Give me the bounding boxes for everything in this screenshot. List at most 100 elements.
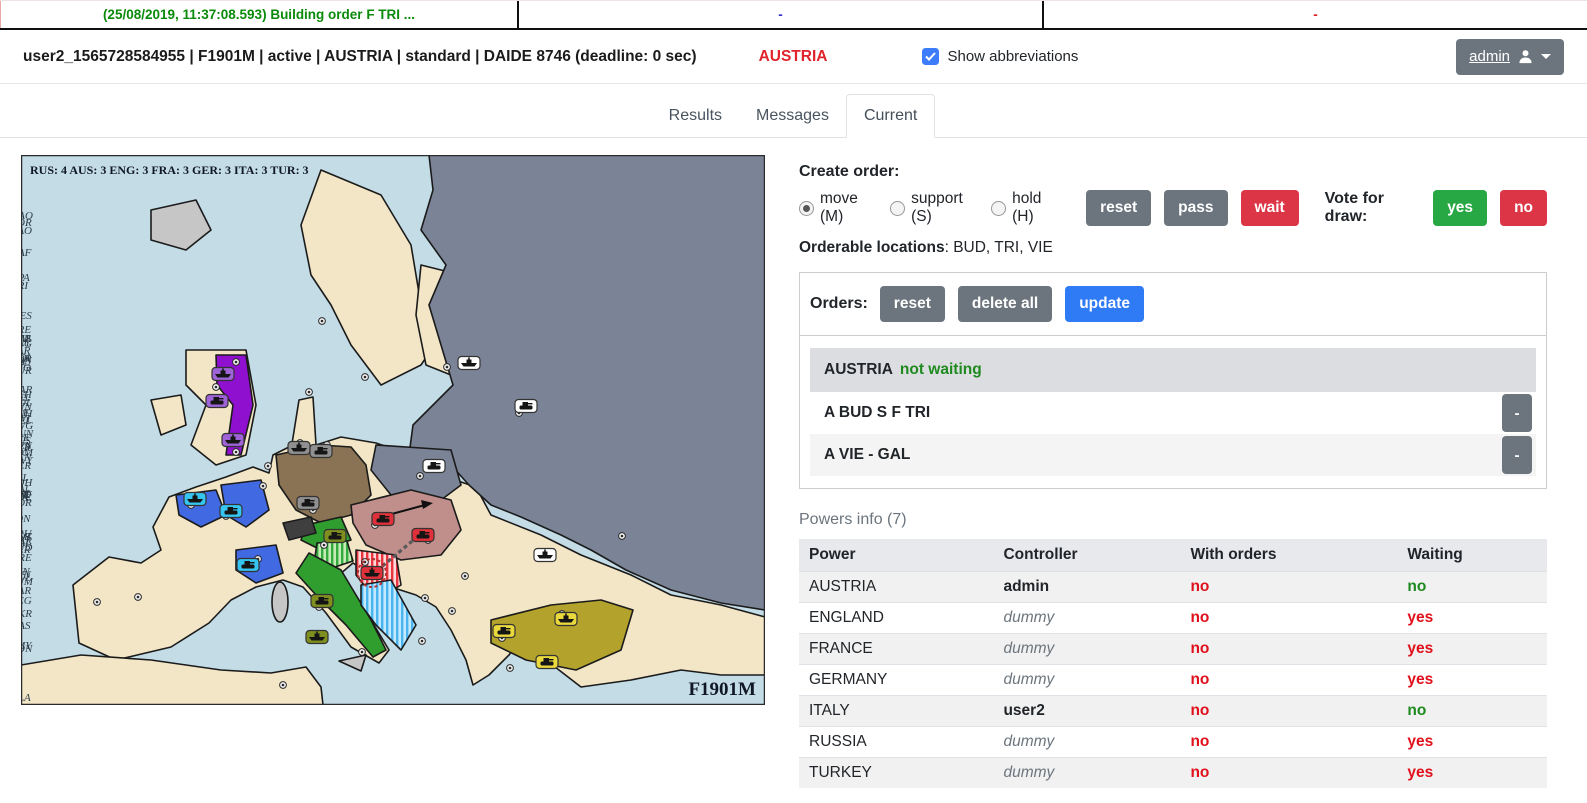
- orders-delete-all-button[interactable]: delete all: [958, 286, 1052, 322]
- map-unit-italy-army[interactable]: [324, 530, 346, 543]
- orders-reset-button[interactable]: reset: [880, 286, 945, 322]
- game-map[interactable]: BARNWGNAOSTPFINNWYSWENTHBOTMOSLVNDENHELB…: [21, 155, 765, 705]
- map-unit-germany-army[interactable]: [297, 497, 319, 510]
- create-order-title: Create order:: [799, 163, 1547, 181]
- order-type-radio-support[interactable]: support (S): [890, 190, 976, 226]
- orders-panel: Orders: reset delete all update AUSTRIA …: [799, 272, 1547, 489]
- map-unit-france-army[interactable]: [237, 559, 259, 572]
- powers-col-with-orders: With orders: [1180, 539, 1397, 572]
- power-cell: GERMANY: [799, 665, 993, 696]
- current-power-label: AUSTRIA: [759, 48, 828, 66]
- powers-row-russia: RUSSIAdummynoyes: [799, 727, 1547, 758]
- map-unit-austria-army[interactable]: [372, 513, 394, 526]
- vote-yes-button[interactable]: yes: [1433, 190, 1487, 226]
- map-region-label: NAF: [21, 247, 32, 259]
- map-region-label: BUL: [21, 572, 31, 584]
- map-unit-russia-army[interactable]: [515, 400, 537, 413]
- power-cell: AUSTRIA: [799, 572, 993, 603]
- vote-no-button[interactable]: no: [1500, 190, 1547, 226]
- map-region-label: POR: [21, 217, 32, 229]
- map-unit-turkey-fleet[interactable]: [555, 613, 577, 626]
- orders-update-button[interactable]: update: [1065, 286, 1144, 322]
- power-cell: RUSSIA: [799, 727, 993, 758]
- tab-results[interactable]: Results: [652, 95, 739, 137]
- map-unit-england-army[interactable]: [206, 395, 228, 408]
- map-unit-turkey-army[interactable]: [493, 625, 515, 638]
- powers-row-turkey: TURKEYdummynoyes: [799, 758, 1547, 789]
- status-bar: (25/08/2019, 11:37:08.593) Building orde…: [0, 0, 1587, 30]
- map-region-label: TUN: [21, 401, 32, 413]
- map-unit-italy-army[interactable]: [311, 595, 333, 608]
- with-orders-cell: no: [1180, 727, 1397, 758]
- powers-row-austria: AUSTRIAadminnono: [799, 572, 1547, 603]
- controller-cell: user2: [993, 696, 1180, 727]
- map-region-label: NAP: [21, 490, 32, 502]
- powers-col-waiting: Waiting: [1397, 539, 1547, 572]
- map-unit-france-fleet[interactable]: [184, 493, 206, 506]
- show-abbreviations-label: Show abbreviations: [947, 48, 1078, 65]
- show-abbreviations-checkbox[interactable]: [922, 48, 939, 65]
- admin-label: admin: [1469, 48, 1510, 65]
- waiting-cell: yes: [1397, 665, 1547, 696]
- map-unit-turkey-army[interactable]: [536, 656, 558, 669]
- power-cell: FRANCE: [799, 634, 993, 665]
- map-unit-germany-army[interactable]: [310, 445, 332, 458]
- powers-col-power: Power: [799, 539, 993, 572]
- powers-row-france: FRANCEdummynoyes: [799, 634, 1547, 665]
- map-phase-label: F1901M: [688, 679, 756, 700]
- radio-label: hold (H): [1012, 190, 1058, 226]
- map-unit-russia-fleet[interactable]: [458, 357, 480, 370]
- map-unit-england-fleet[interactable]: [222, 434, 244, 447]
- order-type-radio-hold[interactable]: hold (H): [991, 190, 1058, 226]
- radio-label: support (S): [911, 190, 976, 226]
- waiting-cell: yes: [1397, 727, 1547, 758]
- powers-info-heading: Powers info (7): [799, 511, 1547, 529]
- caret-down-icon: [1541, 54, 1551, 59]
- pass-button[interactable]: pass: [1164, 190, 1227, 226]
- map-region-label: ALB: [21, 531, 31, 543]
- map-unit-england-fleet[interactable]: [212, 368, 234, 381]
- map-region-label: SPA: [21, 272, 30, 284]
- wait-button[interactable]: wait: [1241, 190, 1299, 226]
- waiting-cell: no: [1397, 572, 1547, 603]
- map-unit-italy-fleet[interactable]: [306, 631, 328, 644]
- remove-order-button[interactable]: -: [1502, 436, 1532, 474]
- order-type-radio-move[interactable]: move (M): [799, 190, 875, 226]
- power-cell: ENGLAND: [799, 603, 993, 634]
- power-cell: TURKEY: [799, 758, 993, 789]
- tab-messages[interactable]: Messages: [739, 95, 846, 137]
- waiting-cell: yes: [1397, 634, 1547, 665]
- map-region-label: GRE: [21, 552, 32, 564]
- waiting-cell: no: [1397, 696, 1547, 727]
- map-unit-austria-army[interactable]: [412, 529, 434, 542]
- powers-col-controller: Controller: [993, 539, 1180, 572]
- map-unit-russia-fleet[interactable]: [534, 549, 556, 562]
- reset-order-button[interactable]: reset: [1086, 190, 1151, 226]
- map-region-label: ION: [21, 513, 31, 525]
- map-unit-france-army[interactable]: [220, 505, 242, 518]
- map-region-label: GAS: [21, 333, 32, 345]
- tab-current[interactable]: Current: [846, 94, 935, 138]
- radio-circle-icon: [799, 201, 814, 216]
- order-item: A BUD S F TRI -: [810, 392, 1536, 434]
- power-cell: ITALY: [799, 696, 993, 727]
- map-region-label: AEG: [21, 595, 32, 607]
- orderable-locations-label: Orderable locations: [799, 239, 945, 256]
- game-header: user2_1565728584955 | F1901M | active | …: [0, 30, 1587, 84]
- with-orders-cell: no: [1180, 758, 1397, 789]
- with-orders-cell: no: [1180, 603, 1397, 634]
- order-text: A BUD S F TRI: [824, 404, 930, 422]
- orderable-locations: Orderable locations: BUD, TRI, VIE: [799, 239, 1547, 257]
- powers-row-england: ENGLANDdummynoyes: [799, 603, 1547, 634]
- radio-label: move (M): [820, 190, 875, 226]
- with-orders-cell: no: [1180, 572, 1397, 603]
- admin-menu-button[interactable]: admin: [1456, 39, 1564, 75]
- remove-order-button[interactable]: -: [1502, 394, 1532, 432]
- map-region-label: TUS: [21, 435, 31, 447]
- orders-power-name: AUSTRIA: [824, 361, 893, 379]
- order-text: A VIE - GAL: [824, 446, 910, 464]
- main-tabs: ResultsMessagesCurrent: [0, 84, 1587, 138]
- map-unit-russia-army[interactable]: [423, 460, 445, 473]
- status-message: (25/08/2019, 11:37:08.593) Building orde…: [0, 1, 519, 28]
- map-unit-germany-fleet[interactable]: [288, 442, 310, 455]
